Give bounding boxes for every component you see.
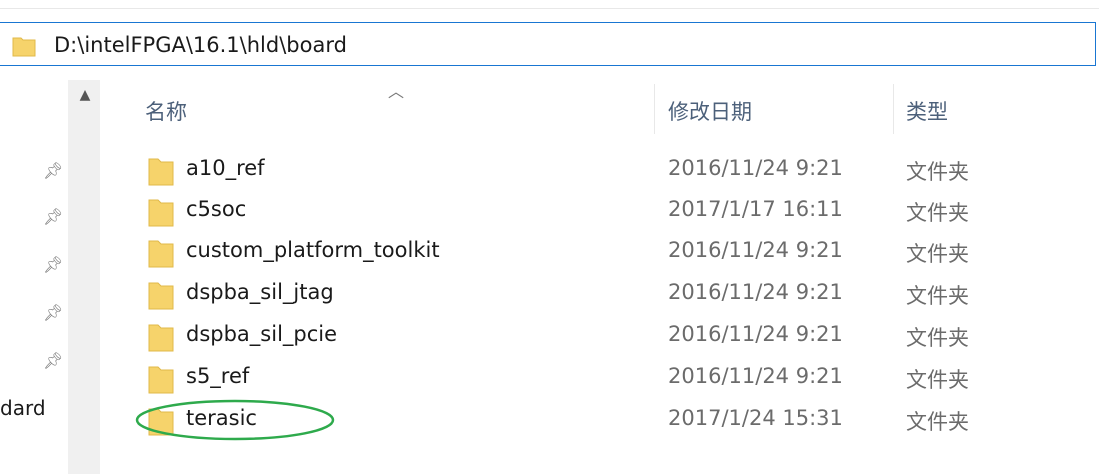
file-row[interactable]: custom_platform_toolkit 2016/11/24 9:21 … — [130, 232, 1050, 272]
file-date: 2016/11/24 9:21 — [668, 280, 843, 304]
nav-item-label[interactable]: dard — [0, 396, 46, 420]
file-type: 文件夹 — [906, 284, 969, 308]
file-date: 2016/11/24 9:21 — [668, 238, 843, 262]
folder-icon — [148, 238, 174, 272]
file-row[interactable]: c5soc 2017/1/17 16:11 文件夹 — [130, 191, 1050, 231]
file-type: 文件夹 — [906, 368, 969, 392]
column-header-date-modified[interactable]: 修改日期 — [668, 96, 752, 126]
highlight-annotation — [134, 398, 336, 446]
file-date: 2016/11/24 9:21 — [668, 322, 843, 346]
file-row[interactable]: s5_ref 2016/11/24 9:21 文件夹 — [130, 358, 1050, 398]
file-date: 2017/1/24 15:31 — [668, 406, 843, 430]
file-type: 文件夹 — [906, 201, 969, 225]
folder-icon — [148, 156, 174, 190]
file-name[interactable]: dspba_sil_pcie — [186, 322, 337, 346]
file-row[interactable]: dspba_sil_jtag 2016/11/24 9:21 文件夹 — [130, 274, 1050, 314]
address-path[interactable]: D:\intelFPGA\16.1\hld\board — [54, 33, 347, 57]
folder-icon — [148, 280, 174, 314]
pin-icon[interactable]: 📌︎ — [43, 305, 63, 321]
pin-icon[interactable]: 📌︎ — [43, 257, 63, 273]
pin-icon[interactable]: 📌︎ — [43, 209, 63, 225]
column-divider[interactable] — [893, 84, 894, 134]
pin-icon[interactable]: 📌︎ — [43, 163, 63, 179]
file-name[interactable]: dspba_sil_jtag — [186, 280, 334, 304]
file-name[interactable]: c5soc — [186, 197, 246, 221]
file-type: 文件夹 — [906, 410, 969, 434]
file-type: 文件夹 — [906, 326, 969, 350]
file-type: 文件夹 — [906, 242, 969, 266]
address-bar[interactable]: D:\intelFPGA\16.1\hld\board — [0, 22, 1096, 66]
folder-icon — [148, 197, 174, 231]
folder-icon — [148, 364, 174, 398]
file-name[interactable]: custom_platform_toolkit — [186, 238, 440, 262]
folder-icon — [12, 35, 36, 61]
file-date: 2016/11/24 9:21 — [668, 156, 843, 180]
file-name[interactable]: s5_ref — [186, 364, 249, 388]
folder-icon — [148, 322, 174, 356]
file-row[interactable]: a10_ref 2016/11/24 9:21 文件夹 — [130, 150, 1050, 190]
file-date: 2017/1/17 16:11 — [668, 197, 843, 221]
file-row[interactable]: dspba_sil_pcie 2016/11/24 9:21 文件夹 — [130, 316, 1050, 356]
column-header-name[interactable]: 名称 — [145, 96, 187, 126]
nav-scrollbar[interactable] — [68, 80, 100, 474]
column-header-type[interactable]: 类型 — [906, 96, 948, 126]
file-name[interactable]: a10_ref — [186, 156, 265, 180]
scroll-up-icon[interactable]: ▲ — [78, 88, 92, 102]
file-type: 文件夹 — [906, 160, 969, 184]
column-divider[interactable] — [654, 84, 655, 134]
top-divider — [0, 8, 1099, 9]
pin-icon[interactable]: 📌︎ — [43, 353, 63, 369]
sort-ascending-icon: ︿ — [388, 82, 405, 101]
file-date: 2016/11/24 9:21 — [668, 364, 843, 388]
